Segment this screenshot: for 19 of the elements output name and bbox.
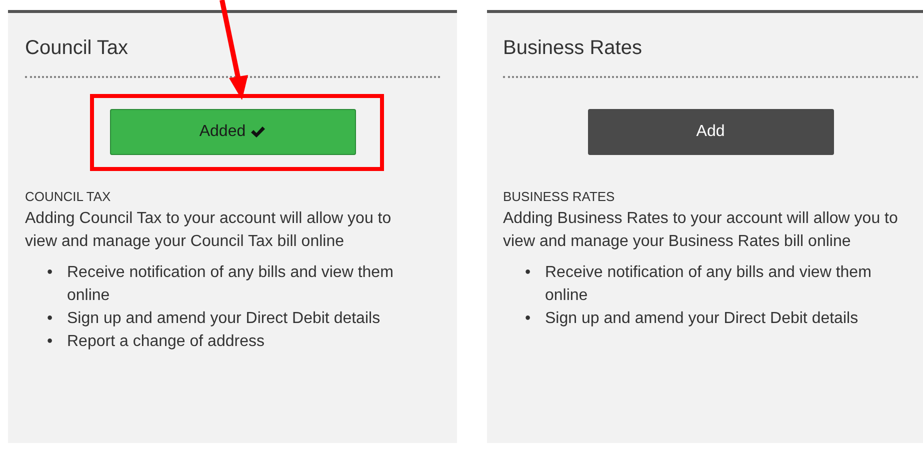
added-button[interactable]: Added	[110, 109, 356, 155]
bullet-mark: •	[47, 309, 54, 329]
bullet-mark: •	[47, 332, 54, 352]
section-heading: COUNCIL TAX	[25, 189, 112, 204]
description-text: Adding Business Rates to your account will allow you to view and manage your Business Rates bill online	[503, 209, 899, 252]
bullet-mark: •	[47, 263, 54, 283]
card-title: Council Tax	[25, 36, 130, 61]
check-icon	[250, 125, 266, 139]
section-heading: BUSINESS RATES	[503, 189, 616, 204]
bullet-mark: •	[525, 263, 532, 283]
card-title: Business Rates	[503, 36, 643, 61]
add-button[interactable]: Add	[588, 109, 834, 155]
feature-item: Receive notification of any bills and view them online	[545, 263, 872, 306]
feature-item: Receive notification of any bills and view them online	[67, 263, 394, 306]
feature-item: Sign up and amend your Direct Debit details	[67, 309, 380, 329]
feature-item: Report a change of address	[67, 332, 264, 352]
feature-item: Sign up and amend your Direct Debit details	[545, 309, 858, 329]
description-text: Adding Council Tax to your account will allow you to view and manage your Council Tax bill online	[25, 209, 392, 252]
bullet-mark: •	[525, 309, 532, 329]
